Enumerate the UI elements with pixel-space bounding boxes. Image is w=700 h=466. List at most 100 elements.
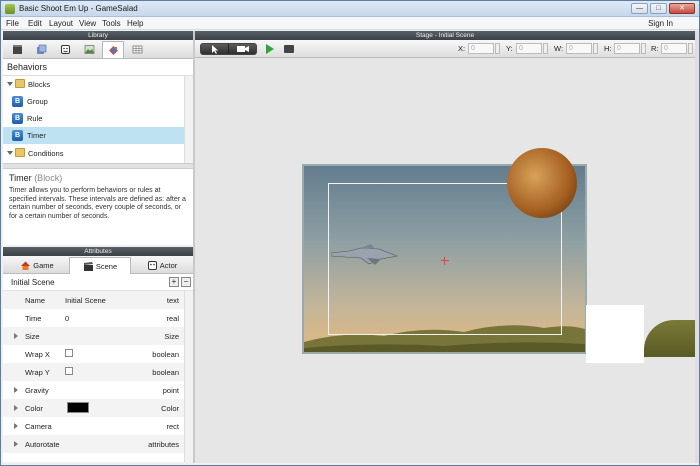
attr-name: Time xyxy=(25,314,42,323)
attr-type: boolean xyxy=(152,350,179,359)
stage-header: Stage - Initial Scene xyxy=(195,31,695,40)
menu-help[interactable]: Help xyxy=(127,19,143,28)
h-spinner[interactable] xyxy=(641,43,646,54)
r-label: R: xyxy=(651,44,659,53)
attr-value[interactable]: 0 xyxy=(65,314,69,323)
description-title: Timer (Block) xyxy=(9,173,187,183)
library-tabs xyxy=(3,40,193,59)
attr-name: Gravity xyxy=(25,386,49,395)
wrap-y-checkbox[interactable] xyxy=(65,367,73,375)
remove-attribute-button[interactable]: − xyxy=(181,277,191,287)
attr-row-gravity[interactable]: Gravity point xyxy=(3,381,184,399)
attr-name: Wrap Y xyxy=(25,368,50,377)
attr-row-name[interactable]: Name Initial Scene text xyxy=(3,291,184,309)
spaceship-actor[interactable] xyxy=(331,244,401,266)
close-button[interactable]: ✕ xyxy=(669,3,695,14)
attr-row-wrap-y[interactable]: Wrap Y boolean xyxy=(3,363,184,381)
layers-icon xyxy=(36,44,46,54)
y-field[interactable]: 0 xyxy=(516,43,542,54)
attr-row-size[interactable]: Size Size xyxy=(3,327,184,345)
attr-row-autorotate[interactable]: Autorotate attributes xyxy=(3,435,184,453)
offscreen-hills[interactable] xyxy=(644,320,695,357)
r-spinner[interactable] xyxy=(688,43,693,54)
tab-tables[interactable] xyxy=(126,41,148,58)
stage-scrollbar[interactable] xyxy=(695,31,699,463)
description-body: Timer allows you to perform behaviors or… xyxy=(9,187,186,220)
attributes-scrollbar[interactable] xyxy=(184,291,193,462)
list-item-group[interactable]: B Group xyxy=(3,93,184,110)
library-header: Library xyxy=(3,31,193,40)
list-item-label: Blocks xyxy=(28,80,51,89)
window-title: Basic Shoot Em Up - GameSalad xyxy=(19,4,138,13)
x-field[interactable]: 0 xyxy=(468,43,494,54)
h-field[interactable]: 0 xyxy=(614,43,640,54)
behaviors-icon xyxy=(108,45,118,55)
attr-row-time[interactable]: Time 0 real xyxy=(3,309,184,327)
tab-scenes[interactable] xyxy=(6,41,28,58)
lock-icon[interactable] xyxy=(284,45,294,53)
attr-name: Size xyxy=(25,332,40,341)
menu-view[interactable]: View xyxy=(79,19,96,28)
list-item-timer[interactable]: B Timer xyxy=(3,127,184,144)
list-item-blocks[interactable]: Blocks xyxy=(3,76,184,93)
expand-arrow-icon[interactable] xyxy=(7,82,13,86)
x-spinner[interactable] xyxy=(495,43,500,54)
tab-scene-label: Scene xyxy=(95,261,118,271)
attr-row-camera[interactable]: Camera rect xyxy=(3,417,184,435)
add-attribute-button[interactable]: + xyxy=(169,277,179,287)
attr-type: text xyxy=(166,296,179,305)
pointer-tool-button[interactable] xyxy=(201,44,228,54)
window-controls: — □ ✕ xyxy=(631,3,695,14)
tab-behaviors[interactable] xyxy=(102,41,124,58)
tab-layers[interactable] xyxy=(30,41,52,58)
expand-arrow-icon[interactable] xyxy=(14,387,18,393)
expand-arrow-icon[interactable] xyxy=(14,423,18,429)
attr-name: Name xyxy=(25,296,46,305)
attr-row-color[interactable]: Color Color xyxy=(3,399,184,417)
r-field[interactable]: 0 xyxy=(661,43,687,54)
behaviors-scrollbar[interactable] xyxy=(184,76,193,163)
camera-tool-button[interactable] xyxy=(228,44,256,54)
w-spinner[interactable] xyxy=(593,43,598,54)
expand-arrow-icon[interactable] xyxy=(7,151,13,155)
tab-actor[interactable]: Actor xyxy=(133,257,191,274)
y-spinner[interactable] xyxy=(543,43,548,54)
list-item-label: Conditions xyxy=(28,149,64,158)
expand-arrow-icon[interactable] xyxy=(14,333,18,339)
wrap-x-checkbox[interactable] xyxy=(65,349,73,357)
menu-layout[interactable]: Layout xyxy=(49,19,73,28)
tab-scene[interactable]: Scene xyxy=(69,257,131,274)
expand-arrow-icon[interactable] xyxy=(14,405,18,411)
planet-actor[interactable] xyxy=(507,148,577,218)
white-actor[interactable] xyxy=(586,305,644,363)
list-item-label: Rule xyxy=(27,114,43,123)
play-icon[interactable] xyxy=(266,44,274,54)
stage-toolbar: X: 0 Y: 0 W: 0 H: 0 R: 0 xyxy=(195,40,695,58)
scene-name: Initial Scene xyxy=(11,278,55,287)
list-item-rule[interactable]: B Rule xyxy=(3,110,184,127)
w-field[interactable]: 0 xyxy=(566,43,592,54)
expand-arrow-icon[interactable] xyxy=(14,441,18,447)
menu-edit[interactable]: Edit xyxy=(28,19,42,28)
attr-value[interactable]: Initial Scene xyxy=(65,296,106,305)
color-swatch[interactable] xyxy=(67,402,89,413)
title-bar: Basic Shoot Em Up - GameSalad — □ ✕ xyxy=(1,1,699,17)
attributes-header: Attributes xyxy=(3,247,193,256)
attr-name: Autorotate xyxy=(25,440,60,449)
tab-actors[interactable] xyxy=(54,41,76,58)
tab-game[interactable]: Game xyxy=(7,257,67,274)
attr-row-wrap-x[interactable]: Wrap X boolean xyxy=(3,345,184,363)
menu-file[interactable]: File xyxy=(6,19,19,28)
tab-game-label: Game xyxy=(33,261,54,270)
list-item-conditions[interactable]: Conditions xyxy=(3,145,184,162)
minimize-button[interactable]: — xyxy=(631,3,648,14)
house-icon xyxy=(21,261,31,270)
block-icon: B xyxy=(12,130,23,141)
stage-canvas[interactable] xyxy=(195,58,695,463)
maximize-button[interactable]: □ xyxy=(650,3,667,14)
menu-tools[interactable]: Tools xyxy=(102,19,121,28)
folder-icon xyxy=(15,148,25,157)
tab-images[interactable] xyxy=(78,41,100,58)
attr-type: attributes xyxy=(148,440,179,449)
sign-in-link[interactable]: Sign In xyxy=(648,19,673,28)
